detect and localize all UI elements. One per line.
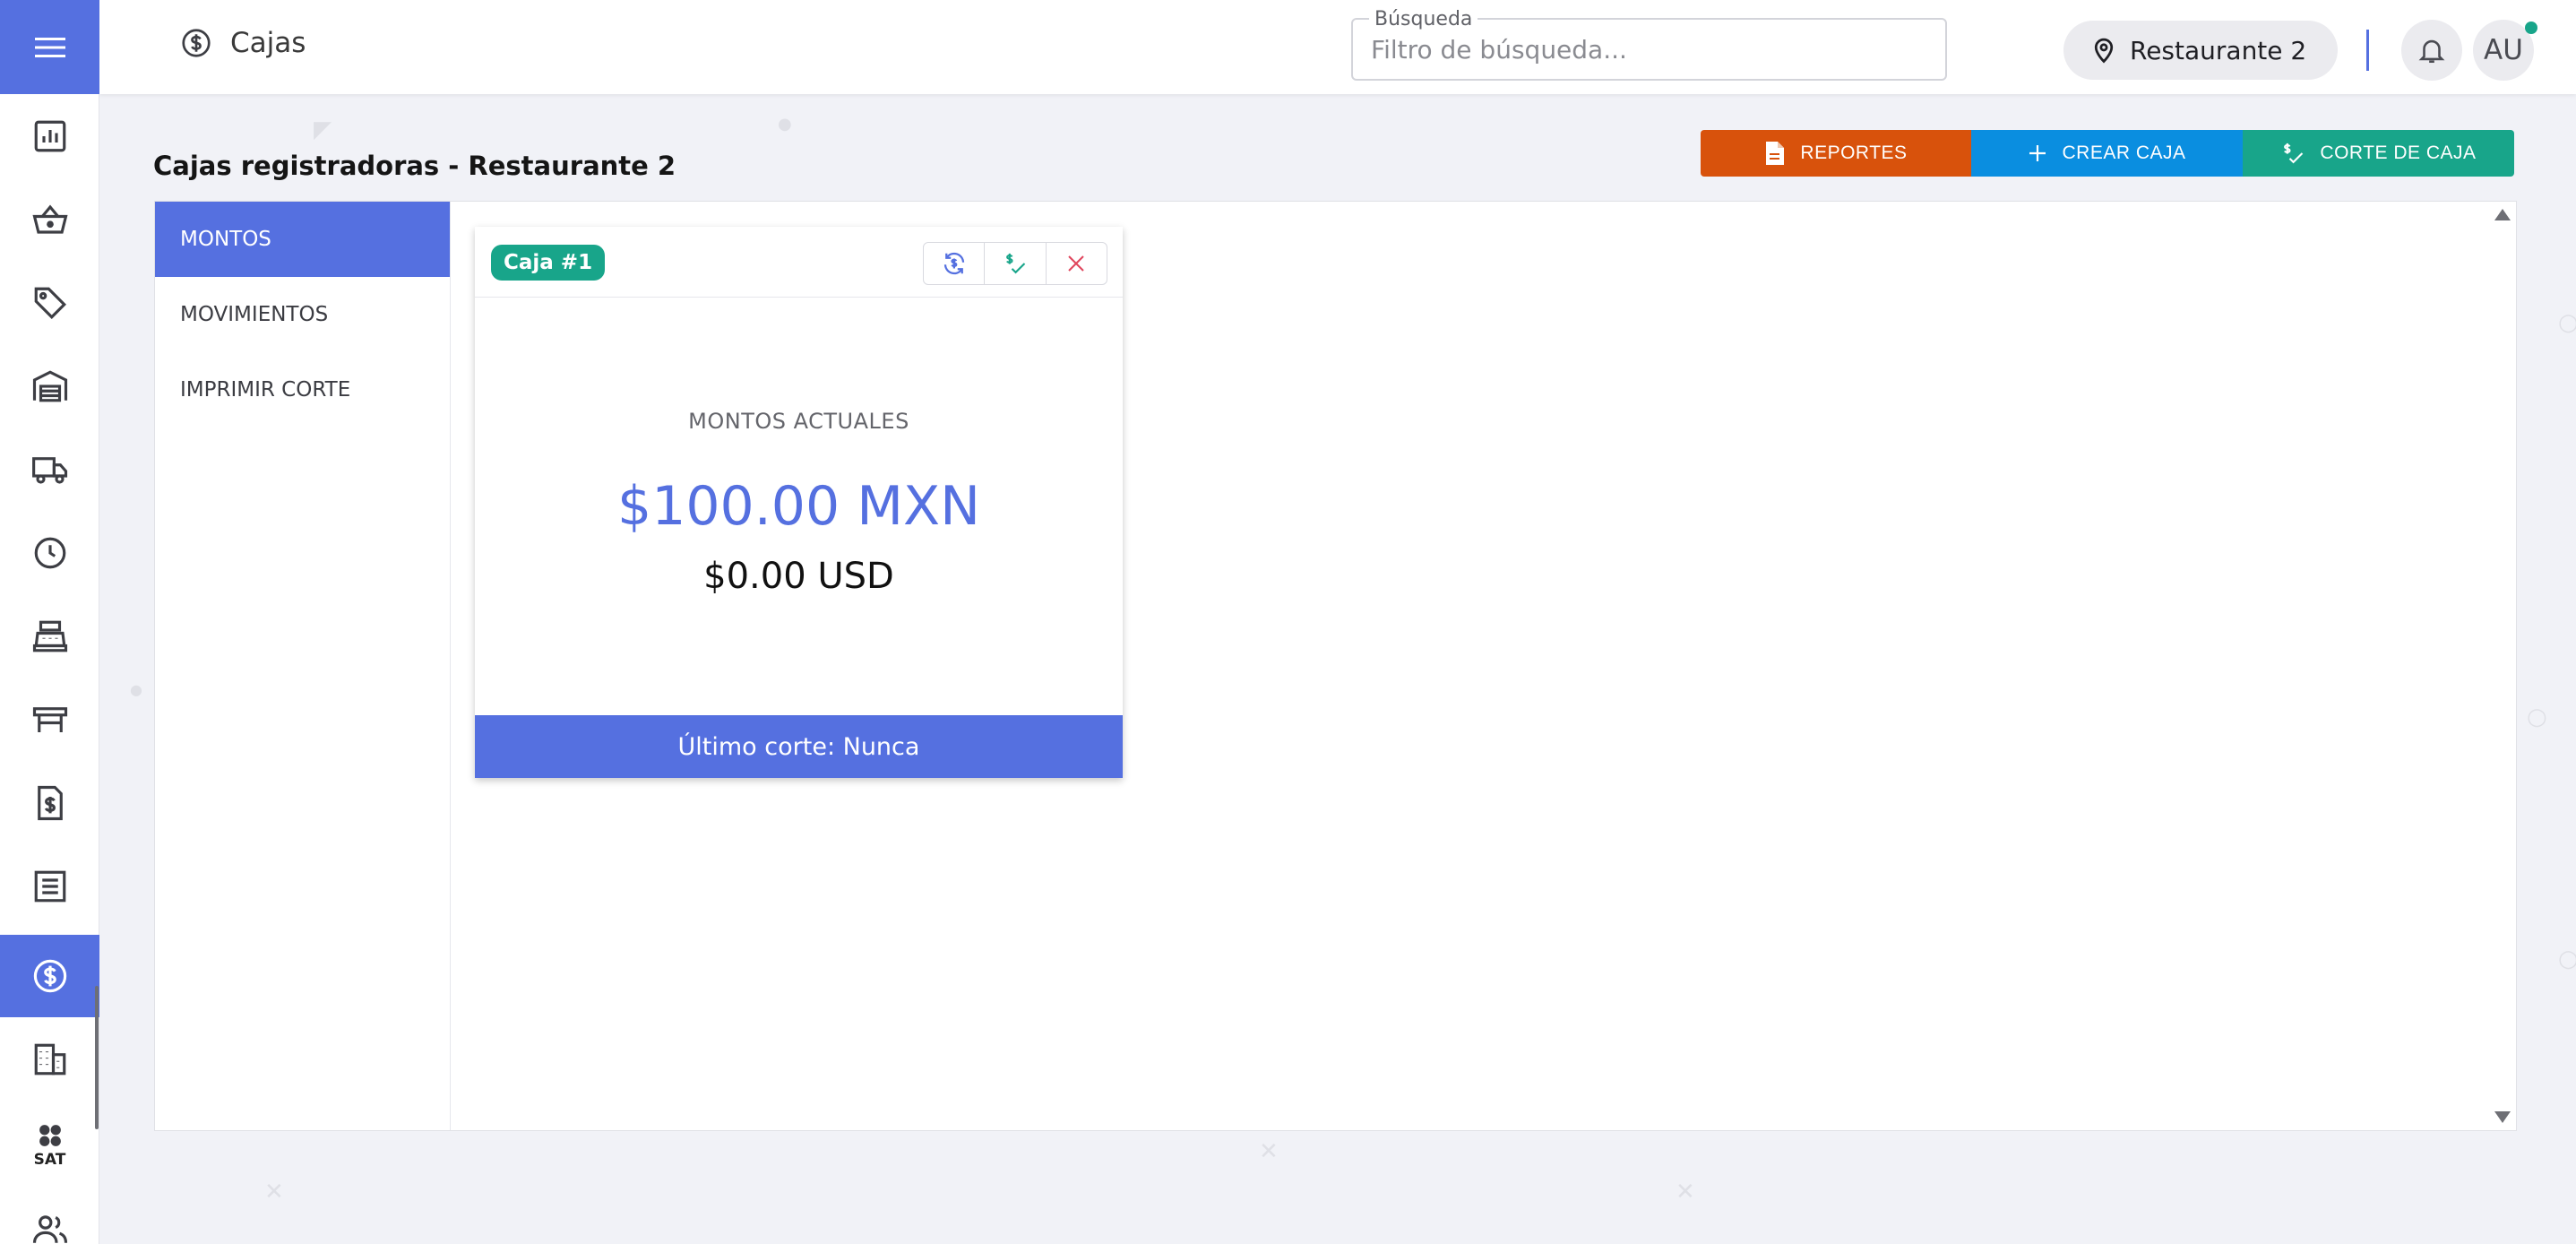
cash-cut-button[interactable] [985,243,1047,284]
online-status-dot [2525,22,2537,34]
close-icon [1068,255,1085,272]
warehouse-icon [32,370,67,402]
search-label: Búsqueda [1369,8,1478,30]
amount-label: MONTOS ACTUALES [688,409,909,434]
reportes-button[interactable]: REPORTES [1701,130,1971,177]
top-bar: Cajas Búsqueda Restaurante 2 AU [99,0,2576,94]
crear-caja-label: CREAR CAJA [2062,143,2186,163]
sidebar-item-almacen[interactable] [0,345,99,428]
sidebar-item-facturas[interactable] [0,762,99,844]
location-selector[interactable]: Restaurante 2 [2063,21,2338,80]
corte-de-caja-button[interactable]: CORTE DE CAJA [2243,130,2514,177]
page-title: Cajas [230,27,306,59]
bar-chart-icon [34,120,65,152]
scroll-down-arrow[interactable] [2494,1111,2511,1123]
location-label: Restaurante 2 [2130,35,2307,65]
sidebar-item-reportes[interactable] [0,845,99,928]
background-decoration: ● [130,681,142,698]
last-cut-footer: Último corte: Nunca [475,715,1123,778]
header-divider [2366,30,2369,71]
sat-icon [39,1125,61,1146]
table-icon [32,707,67,732]
background-decoration: ○ [2558,309,2576,336]
background-decoration: ✕ [1676,1179,1695,1205]
sidebar-item-envios[interactable] [0,428,99,511]
crear-caja-button[interactable]: CREAR CAJA [1971,130,2243,177]
background-decoration: ◤ [314,117,332,143]
cash-register-badge: Caja #1 [491,245,606,281]
building-icon [34,1043,65,1076]
card-header: Caja #1 [475,227,1123,298]
corte-de-caja-label: CORTE DE CAJA [2320,143,2477,163]
sync-button[interactable] [924,243,986,284]
tab-movimientos[interactable]: MOVIMIENTOS [155,277,450,352]
sidebar-item-historial[interactable] [0,512,99,594]
sidebar-item-mesas[interactable] [0,678,99,761]
cash-register-card: Caja #1 MONTOS ACTUALES $100.00 MXN $0.0… [475,227,1123,778]
bell-icon [2418,39,2445,64]
list-icon [34,870,65,903]
background-decoration: ○ [2558,946,2576,972]
section-title: Cajas registradoras - Restaurante 2 [153,151,676,181]
tab-imprimir-corte[interactable]: IMPRIMIR CORTE [155,352,450,428]
tag-icon [34,287,66,319]
reportes-label: REPORTES [1800,143,1908,163]
sidebar-item-dashboard[interactable] [0,95,99,177]
sidebar-scrollbar[interactable] [95,986,99,1129]
scroll-up-arrow[interactable] [2494,209,2511,220]
card-toolbar [923,242,1107,285]
action-toolbar: REPORTES CREAR CAJA CORTE DE CAJA [1701,130,2514,177]
search-field: Búsqueda [1351,8,1947,81]
background-decoration: ○ [2527,704,2547,730]
sidebar: SAT [0,0,99,1244]
sidebar-item-usuarios[interactable] [0,1188,99,1244]
sat-label: SAT [33,1151,66,1169]
dollar-circle-icon [33,959,66,993]
plus-icon [2029,145,2046,161]
document-icon [1766,142,1785,165]
cash-register-icon [32,620,67,652]
sidebar-item-empresas[interactable] [0,1018,99,1101]
sync-icon [943,252,964,275]
sidebar-item-cajas[interactable] [0,935,99,1017]
page-heading: Cajas [180,27,306,59]
hamburger-icon [34,37,65,57]
location-pin-icon [2094,38,2114,64]
sidebar-item-sat[interactable]: SAT [0,1104,99,1187]
tabs-column: MONTOS MOVIMIENTOS IMPRIMIR CORTE [155,202,451,1130]
cash-check-icon [1006,253,1026,274]
background-decoration: ✕ [1259,1138,1279,1165]
basket-icon [31,204,68,234]
delete-button[interactable] [1047,243,1107,284]
background-decoration: ● [778,115,792,134]
sidebar-item-productos[interactable] [0,262,99,344]
amount-usd: $0.00 USD [703,556,894,597]
clock-icon [34,537,65,569]
menu-button[interactable] [0,0,99,94]
users-icon [32,1215,67,1243]
sidebar-item-ventas[interactable] [0,178,99,261]
dollar-circle-icon [182,29,211,57]
sidebar-item-cajero[interactable] [0,595,99,678]
cash-check-icon [2284,143,2304,164]
notifications-button[interactable] [2401,20,2462,81]
amount-mxn: $100.00 MXN [617,475,980,538]
background-decoration: ✕ [264,1179,284,1205]
invoice-icon [37,785,63,821]
search-input[interactable] [1371,30,1926,68]
tab-montos[interactable]: MONTOS [155,202,450,277]
truck-icon [31,457,67,484]
